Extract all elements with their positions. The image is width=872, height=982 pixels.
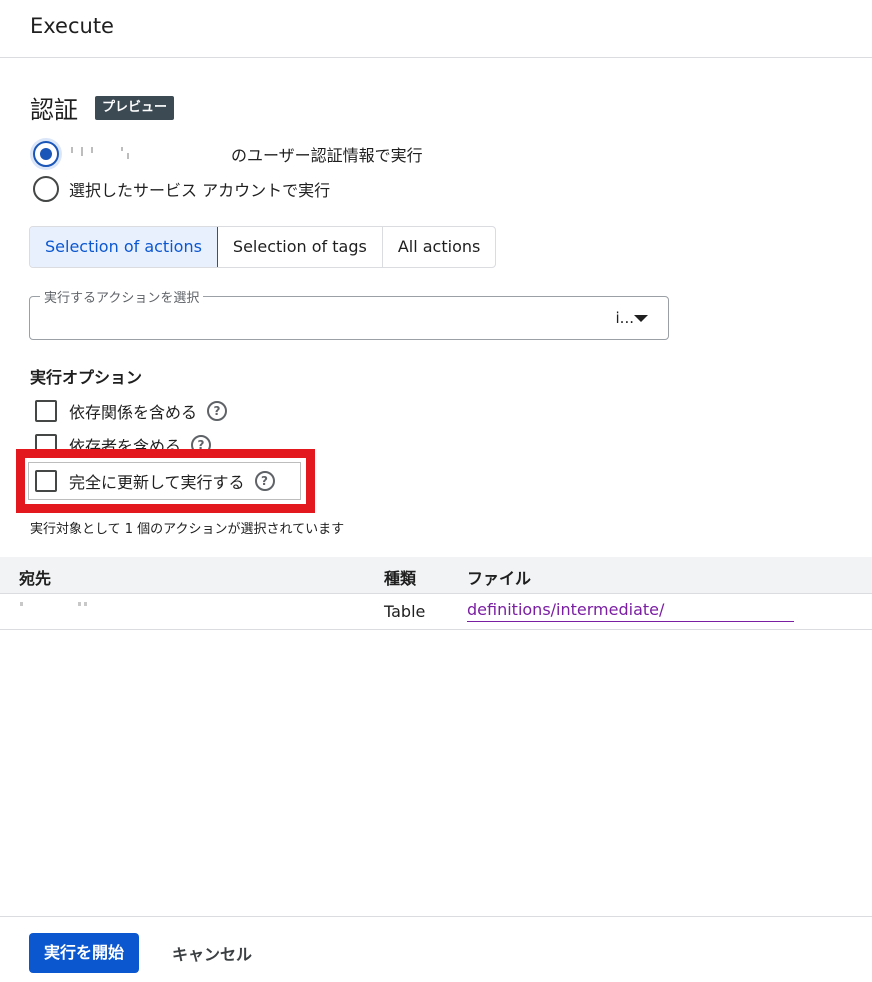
radio-user-credentials[interactable]: のユーザー認証情報で実行 (33, 141, 423, 167)
action-select[interactable]: 実行するアクションを選択 i... (29, 287, 669, 340)
table-header: 宛先 種類 ファイル (0, 557, 872, 594)
action-select-label: 実行するアクションを選択 (40, 287, 204, 306)
radio-icon-checked[interactable] (33, 141, 59, 167)
checkbox-icon[interactable] (35, 470, 57, 492)
option-include-dependencies[interactable]: 依存関係を含める ? (35, 399, 228, 423)
dialog-title: Execute (30, 14, 114, 38)
tab-selection-of-tags[interactable]: Selection of tags (218, 227, 383, 267)
radio-service-label: 選択したサービス アカウントで実行 (69, 181, 331, 200)
auth-title: 認証 (30, 96, 78, 124)
cell-type: Table (384, 602, 426, 621)
column-type: 種類 (384, 569, 417, 588)
tab-selection-of-actions[interactable]: Selection of actions (30, 227, 218, 267)
run-options-title: 実行オプション (30, 368, 143, 387)
tab-all-actions[interactable]: All actions (383, 227, 496, 267)
column-file: ファイル (467, 569, 532, 588)
column-destination: 宛先 (19, 569, 52, 588)
dropdown-arrow-icon[interactable] (634, 315, 648, 322)
help-icon[interactable]: ? (207, 401, 228, 421)
option-label: 依存関係を含める (69, 403, 198, 422)
action-select-value: i... (615, 309, 634, 327)
option-label: 完全に更新して実行する (69, 473, 245, 492)
option-full-refresh[interactable]: 完全に更新して実行する ? (35, 469, 275, 493)
radio-service-account[interactable]: 選択したサービス アカウントで実行 (33, 176, 330, 202)
file-link[interactable]: definitions/intermediate/ (467, 600, 794, 622)
preview-badge: プレビュー (95, 96, 175, 120)
cancel-button[interactable]: キャンセル (172, 941, 252, 965)
radio-icon-unchecked[interactable] (33, 176, 59, 202)
redacted-destination (20, 602, 90, 608)
radio-user-label: のユーザー認証情報で実行 (231, 146, 423, 165)
dialog-footer: 実行を開始 キャンセル (0, 916, 872, 982)
dialog-header: Execute (0, 0, 872, 58)
help-icon[interactable]: ? (254, 471, 275, 491)
redacted-user-name (69, 145, 231, 163)
selection-mode-toggle: Selection of actions Selection of tags A… (29, 226, 497, 268)
selection-count: 実行対象として 1 個のアクションが選択されています (30, 522, 345, 537)
checkbox-icon[interactable] (35, 400, 57, 422)
table-row: Table definitions/intermediate/ (0, 594, 872, 630)
start-execution-button[interactable]: 実行を開始 (29, 933, 140, 973)
